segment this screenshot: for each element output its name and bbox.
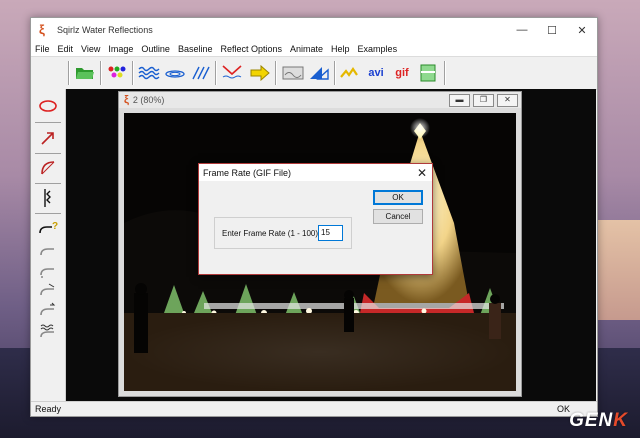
arrow-right-icon[interactable] [248,62,272,84]
app-logo-icon: ξ [39,22,45,37]
image-close-button[interactable]: ✕ [497,93,518,107]
faucet-tool-icon[interactable] [36,239,60,261]
faucet-arrow-icon[interactable] [36,299,60,321]
menu-view[interactable]: View [81,44,100,54]
window-title: Sqirlz Water Reflections [57,25,153,35]
animate-icon[interactable] [338,62,362,84]
film-strip-icon[interactable] [416,62,440,84]
watermark-text: GEN [569,410,614,431]
svg-text:?: ? [52,221,58,232]
perspective-icon[interactable] [307,62,331,84]
toolbar-separator [275,61,276,85]
menu-help[interactable]: Help [331,44,350,54]
cancel-button[interactable]: Cancel [373,209,423,224]
arrow-tool-icon[interactable] [36,127,60,149]
menu-reflect-options[interactable]: Reflect Options [220,44,282,54]
frame-rate-group: Enter Frame Rate (1 - 100) 15 [214,217,352,249]
save-gif-button[interactable]: gif [390,62,414,84]
watermark-text-highlight: K [613,410,628,431]
toolbar-separator [334,61,335,85]
faucet-waves-icon[interactable] [36,319,60,341]
image-restore-button[interactable]: ❐ [473,93,494,107]
menu-file[interactable]: File [35,44,50,54]
toolbox-separator [35,183,61,184]
bow-tool-icon[interactable] [36,157,60,179]
minimize-button[interactable]: — [507,18,537,42]
waves-icon[interactable] [137,62,161,84]
menu-outline[interactable]: Outline [141,44,170,54]
image-window-titlebar: ξ 2 (80%) ▬ ❐ ✕ [119,92,521,108]
frame-rate-label: Enter Frame Rate (1 - 100) [222,229,319,238]
toolbar-separator [100,61,101,85]
toolbox-separator [35,213,61,214]
toolbar-separator [132,61,133,85]
toolbox-separator [35,153,61,154]
close-button[interactable]: ✕ [567,18,597,42]
save-avi-button[interactable]: avi [364,62,388,84]
watermark-logo: GENK [569,410,628,432]
menu-examples[interactable]: Examples [358,44,398,54]
toolbar-separator [68,61,69,85]
menu-edit[interactable]: Edit [58,44,74,54]
menu-baseline[interactable]: Baseline [178,44,213,54]
toolbar-separator [444,61,445,85]
image-minimize-button[interactable]: ▬ [449,93,470,107]
reflect-icon[interactable] [220,62,244,84]
faucet-help-icon[interactable]: ? [36,217,60,239]
status-bar: Ready OK [31,401,597,416]
colors-icon[interactable] [105,62,129,84]
menu-image[interactable]: Image [108,44,133,54]
toolbar: avi gif [31,56,597,90]
open-folder-icon[interactable] [73,62,97,84]
faucet-pen-icon[interactable] [36,279,60,301]
zigzag-tool-icon[interactable] [36,187,60,209]
maximize-button[interactable]: ☐ [537,18,567,42]
rain-icon[interactable] [189,62,213,84]
frame-rate-dialog: Frame Rate (GIF File) ✕ Enter Frame Rate… [198,163,433,275]
frame-rate-input[interactable]: 15 [318,225,343,241]
image-window-title: 2 (80%) [132,95,165,105]
left-toolbox: ? [31,89,66,401]
status-text: Ready [35,404,62,414]
title-bar: ξ Sqirlz Water Reflections — ☐ ✕ [31,18,597,42]
dialog-titlebar: Frame Rate (GIF File) ✕ [199,164,432,181]
dialog-title: Frame Rate (GIF File) [203,167,292,178]
faucet-drip-icon[interactable] [36,259,60,281]
toolbox-separator [35,122,61,123]
toolbar-separator [215,61,216,85]
ellipse-tool-icon[interactable] [36,95,60,117]
menu-animate[interactable]: Animate [290,44,323,54]
dialog-close-button[interactable]: ✕ [412,166,432,180]
ok-button[interactable]: OK [373,190,423,205]
app-logo-icon: ξ [124,94,129,106]
ripple-icon[interactable] [163,62,187,84]
menu-bar: File Edit View Image Outline Baseline Re… [31,42,597,56]
image-frame-icon[interactable] [281,62,305,84]
desktop-background-glow [595,220,640,320]
